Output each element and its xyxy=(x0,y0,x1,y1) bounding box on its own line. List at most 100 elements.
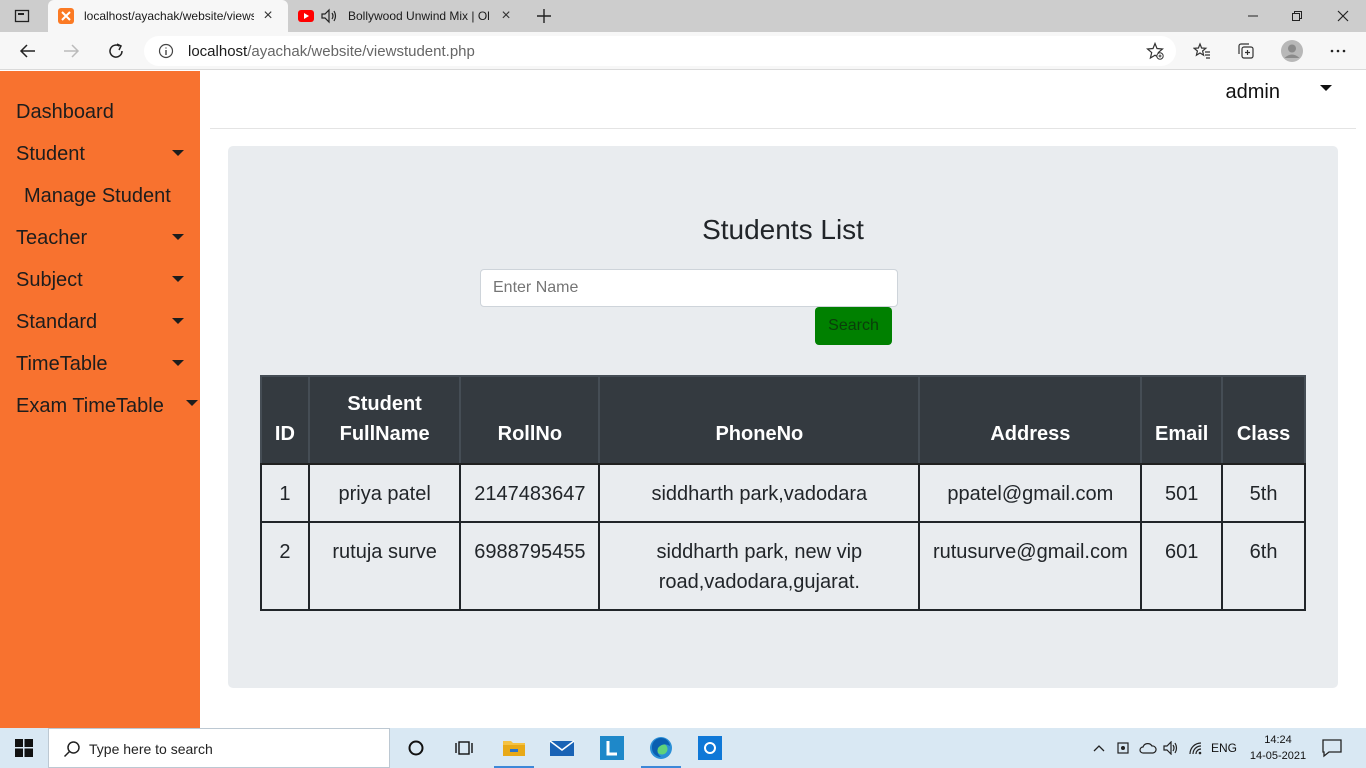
notifications-icon[interactable] xyxy=(1320,738,1344,758)
name-search-input[interactable] xyxy=(480,269,898,307)
tab-title: Bollywood Unwind Mix | Ol xyxy=(348,9,490,23)
speaker-icon[interactable] xyxy=(320,8,338,24)
tab-title: localhost/ayachak/website/views xyxy=(84,9,254,23)
caret-down-icon xyxy=(172,360,184,366)
add-favorite-icon[interactable] xyxy=(1146,42,1164,60)
table-header-row: ID Student FullName RollNo PhoneNo Addre… xyxy=(260,375,1306,465)
sidebar-item-teacher[interactable]: Teacher xyxy=(16,223,196,253)
system-clock[interactable]: 14:24 14-05-2021 xyxy=(1244,732,1312,764)
taskbar-search-placeholder: Type here to search xyxy=(89,741,213,757)
meet-now-icon[interactable] xyxy=(1114,728,1132,768)
network-icon[interactable] xyxy=(1186,728,1206,768)
sidebar-item-label: Standard xyxy=(16,311,98,333)
new-tab-icon[interactable] xyxy=(534,6,554,26)
sidebar-item-student[interactable]: Student xyxy=(16,139,196,169)
caret-down-icon[interactable] xyxy=(1320,85,1332,91)
sidebar-item-label: Teacher xyxy=(16,227,88,249)
sidebar-item-exam-timetable[interactable]: Exam TimeTable xyxy=(16,391,198,421)
caret-down-icon xyxy=(186,400,198,406)
clock-date: 14-05-2021 xyxy=(1249,750,1307,762)
cell-class: 6th xyxy=(1221,521,1306,611)
sidebar-item-label: Exam TimeTable xyxy=(16,395,164,417)
column-header: ID xyxy=(260,375,310,465)
sidebar-item-label: Manage Student xyxy=(24,185,171,207)
cell-fullname: rutuja surve xyxy=(307,521,462,611)
sidebar-item-standard[interactable]: Standard xyxy=(16,307,196,337)
forward-icon[interactable] xyxy=(60,40,82,62)
column-header-text: Student FullName xyxy=(339,393,430,445)
column-header: Class xyxy=(1221,375,1306,465)
sidebar-item-label: Subject xyxy=(16,269,83,291)
close-window-button[interactable] xyxy=(1320,0,1366,32)
tab-actions-icon[interactable] xyxy=(14,8,30,24)
mail-icon[interactable] xyxy=(538,728,586,768)
cell-address: rutusurve@gmail.com xyxy=(918,521,1143,611)
cell-phoneno: siddharth park, new vip road,vadodara,gu… xyxy=(598,521,921,611)
cell-id: 1 xyxy=(260,463,310,523)
column-header: PhoneNo xyxy=(598,375,921,465)
info-icon[interactable] xyxy=(158,43,174,59)
onedrive-icon[interactable] xyxy=(1138,728,1158,768)
tab-localhost[interactable]: localhost/ayachak/website/views × xyxy=(48,0,288,32)
edge-browser-icon[interactable] xyxy=(637,728,685,768)
url-host: localhost xyxy=(188,43,248,60)
top-navbar: admin xyxy=(210,71,1356,129)
cell-email: 501 xyxy=(1140,463,1224,523)
caret-down-icon xyxy=(172,318,184,324)
youtube-icon xyxy=(298,10,314,22)
refresh-icon[interactable] xyxy=(105,40,127,62)
sidebar-item-manage-student[interactable]: Manage Student xyxy=(24,181,204,211)
close-tab-icon[interactable]: × xyxy=(260,8,276,24)
taskbar-search-box[interactable]: Type here to search xyxy=(48,728,390,768)
column-header: Address xyxy=(918,375,1143,465)
page-title: Students List xyxy=(228,214,1338,246)
caret-down-icon xyxy=(172,276,184,282)
students-table: ID Student FullName RollNo PhoneNo Addre… xyxy=(260,375,1306,611)
minimize-button[interactable] xyxy=(1230,0,1276,32)
table-row: 1 priya patel 2147483647 siddharth park,… xyxy=(260,463,1306,523)
cell-class: 5th xyxy=(1221,463,1306,523)
back-icon[interactable] xyxy=(17,40,39,62)
close-tab-icon[interactable]: × xyxy=(498,8,514,24)
cortana-app-icon[interactable] xyxy=(686,728,734,768)
url-path: /ayachak/website/viewstudent.php xyxy=(247,43,475,60)
column-header: Student FullName xyxy=(307,375,462,465)
sidebar-item-label: TimeTable xyxy=(16,353,108,375)
restore-button[interactable] xyxy=(1274,0,1320,32)
clock-time: 14:24 xyxy=(1264,734,1292,746)
cell-phoneno-text: siddharth park, new vip road,vadodara,gu… xyxy=(656,541,863,593)
column-header: Email xyxy=(1140,375,1224,465)
browser-tab-bar: localhost/ayachak/website/views × Bollyw… xyxy=(0,0,1366,32)
file-explorer-icon[interactable] xyxy=(490,728,538,768)
sidebar-item-label: Dashboard xyxy=(16,101,114,123)
sidebar-item-dashboard[interactable]: Dashboard xyxy=(16,97,196,127)
show-hidden-icons-icon[interactable] xyxy=(1090,728,1108,768)
language-indicator[interactable]: ENG xyxy=(1210,728,1238,768)
favorites-icon[interactable] xyxy=(1192,41,1212,61)
address-bar[interactable]: localhost/ayachak/website/viewstudent.ph… xyxy=(144,36,1176,66)
page-title-text: Students List xyxy=(702,214,864,245)
cortana-icon[interactable] xyxy=(392,728,440,768)
cell-address: ppatel@gmail.com xyxy=(918,463,1143,523)
profile-avatar[interactable] xyxy=(1281,40,1303,62)
sidebar-item-timetable[interactable]: TimeTable xyxy=(16,349,196,379)
tab-youtube[interactable]: Bollywood Unwind Mix | Ol × xyxy=(290,0,526,32)
url-text: localhost/ayachak/website/viewstudent.ph… xyxy=(188,43,475,60)
user-menu-label[interactable]: admin xyxy=(1226,81,1280,104)
sidebar: Dashboard Student Manage Student Teacher… xyxy=(0,71,200,728)
cell-id: 2 xyxy=(260,521,310,611)
windows-start-icon[interactable] xyxy=(0,728,48,768)
xampp-icon xyxy=(58,8,74,24)
cell-phoneno: siddharth park,vadodara xyxy=(598,463,921,523)
sidebar-item-subject[interactable]: Subject xyxy=(16,265,196,295)
task-view-icon[interactable] xyxy=(440,728,488,768)
windows-taskbar: Type here to search ENG 14:24 14-05-2021 xyxy=(0,728,1366,768)
more-options-icon[interactable] xyxy=(1328,41,1348,61)
search-button[interactable]: Search xyxy=(815,307,892,345)
caret-down-icon xyxy=(172,234,184,240)
collections-icon[interactable] xyxy=(1236,41,1256,61)
l-app-icon[interactable] xyxy=(588,728,636,768)
caret-down-icon xyxy=(172,150,184,156)
cell-rollno: 2147483647 xyxy=(459,463,601,523)
volume-icon[interactable] xyxy=(1162,728,1180,768)
